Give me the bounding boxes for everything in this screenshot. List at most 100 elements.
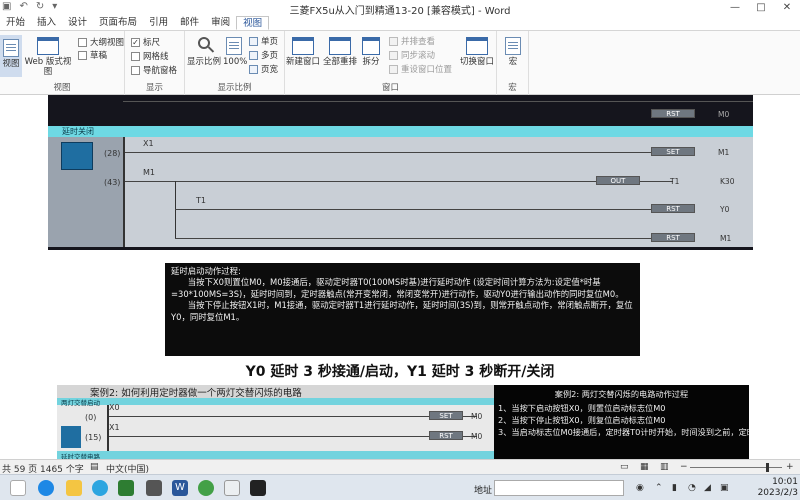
taskbar: W 地址 ◉ ⌃ ▮ ◔ ◢ ▣ 10:01 2023/2/3 <box>0 474 800 500</box>
new-window-button[interactable]: 新建窗口 <box>285 37 321 67</box>
settings-app-icon[interactable] <box>146 480 162 496</box>
close-button[interactable]: ✕ <box>774 0 800 16</box>
ladder-rung <box>125 152 673 153</box>
ladder-selection-box <box>61 142 93 170</box>
proofing-icon[interactable]: ▤ <box>90 462 99 472</box>
side-by-side-button[interactable]: 并排查看 <box>389 35 435 47</box>
read-view-icon[interactable]: ▭ <box>620 462 629 472</box>
ribbon-tabs: 开始 插入 设计 页面布局 引用 邮件 审阅 视图 <box>0 16 800 31</box>
ladder-operand: M0 <box>471 412 483 421</box>
expand-tray-icon[interactable]: ⌃ <box>655 483 663 493</box>
split-icon <box>362 37 380 55</box>
start-icon[interactable] <box>10 480 26 496</box>
window-group: 新建窗口 全部重排 拆分 并排查看 同步滚动 重设窗口位置 切换窗口 窗口 <box>285 31 497 95</box>
terminal-app-icon[interactable] <box>250 480 266 496</box>
nav-pane-checkbox[interactable]: 导航窗格 <box>131 64 177 76</box>
maximize-button[interactable]: □ <box>748 0 774 16</box>
ime-icon[interactable]: ▣ <box>720 483 729 493</box>
unchecked-box <box>131 51 140 61</box>
tab-view[interactable]: 视图 <box>236 16 270 30</box>
tab-review[interactable]: 审阅 <box>205 16 236 30</box>
explanation-paragraph: 当按下X0则置位M0，M0接通后，驱动定时器T0(100MS时基)进行延时动作 … <box>171 277 624 299</box>
tab-design[interactable]: 设计 <box>62 16 93 30</box>
wifi-icon[interactable]: ◔ <box>688 483 696 493</box>
read-mode-button[interactable]: 视图 <box>0 35 22 77</box>
page-width-button[interactable]: 页宽 <box>249 63 278 75</box>
clock[interactable]: 10:01 2023/2/3 <box>758 477 798 499</box>
explanation-heading: 延时启动动作过程: <box>171 266 241 276</box>
draft-view-button[interactable]: 草稿 <box>78 49 107 61</box>
web-layout-icon <box>37 37 59 55</box>
zoom-slider-thumb[interactable] <box>766 463 769 472</box>
ladder-section-bar <box>48 126 753 137</box>
split-button[interactable]: 拆分 <box>359 37 383 67</box>
multi-page-button[interactable]: 多页 <box>249 49 278 61</box>
tab-home[interactable]: 开始 <box>0 16 31 30</box>
contact-label: X1 <box>143 139 154 148</box>
zoom-in-icon[interactable]: + <box>786 462 794 472</box>
document-area[interactable]: RST M0 延时关闭 (28) (43) X1 SET M1 M1 OUT T… <box>0 95 800 459</box>
switch-window-icon <box>466 37 488 55</box>
network-icon[interactable]: ◉ <box>636 483 644 493</box>
title-bar: ▣ ↶ ↻ ▾ 三菱FX5u从入门到精通13-20 [兼容模式] - Word … <box>0 0 800 17</box>
example-side-panel: 案例2: 两灯交替闪烁的电路动作过程 1、当按下启动按钮X0，则置位启动标志位M… <box>494 385 749 459</box>
sync-scroll-button[interactable]: 同步滚动 <box>389 49 435 61</box>
step-number: (43) <box>104 178 121 187</box>
side-panel-line: 1、当按下启动按钮X0，则置位启动标志位M0 <box>498 403 666 413</box>
tab-references[interactable]: 引用 <box>143 16 174 30</box>
arrange-all-button[interactable]: 全部重排 <box>321 37 359 67</box>
side-panel-line: 3、当启动标志位M0接通后，定时器T0计时开始，时间没到之前，定时器 <box>498 427 749 437</box>
example-heading: 案例2: 如何利用定时器做一个两灯交替闪烁的电路 <box>90 388 302 399</box>
tab-mailings[interactable]: 邮件 <box>174 16 205 30</box>
zoom-group: 显示比例 100% 单页 多页 页宽 显示比例 <box>185 31 285 95</box>
ladder-operand: M0 <box>471 432 483 441</box>
gridlines-checkbox[interactable]: 网格线 <box>131 50 169 62</box>
volume-icon[interactable]: ◢ <box>704 483 711 493</box>
wechat-icon[interactable] <box>198 480 214 496</box>
arrange-all-icon <box>329 37 351 55</box>
one-page-button[interactable]: 单页 <box>249 35 278 47</box>
web-layout-icon[interactable]: ▥ <box>660 462 669 472</box>
zoom-button[interactable]: 显示比例 <box>187 37 221 67</box>
explanation-textbox: 延时启动动作过程: 当按下X0则置位M0，M0接通后，驱动定时器T0(100MS… <box>165 263 640 356</box>
outline-view-button[interactable]: 大纲视图 <box>78 36 124 48</box>
new-window-icon <box>292 37 314 55</box>
media-app-icon[interactable] <box>118 480 134 496</box>
draft-icon <box>78 50 87 60</box>
tab-layout[interactable]: 页面布局 <box>93 16 143 30</box>
step-number: (28) <box>104 149 121 158</box>
multi-page-icon <box>249 50 258 60</box>
macros-button[interactable]: 宏 <box>501 37 525 67</box>
file-explorer-icon[interactable] <box>66 480 82 496</box>
battery-icon[interactable]: ▮ <box>672 483 677 493</box>
ladder-operand: M1 <box>718 148 730 157</box>
check-icon: ✓ <box>131 37 140 47</box>
minimize-button[interactable]: — <box>722 0 748 16</box>
notes-app-icon[interactable] <box>224 480 240 496</box>
ladder-rung <box>109 416 477 417</box>
switch-window-button[interactable]: 切换窗口 <box>457 37 497 67</box>
ladder-instruction: OUT <box>596 176 640 185</box>
web-layout-button[interactable]: Web 版式视图 <box>24 37 72 77</box>
zoom-100-button[interactable]: 100% <box>223 37 247 67</box>
address-input[interactable] <box>494 480 624 496</box>
clock-date: 2023/2/3 <box>757 488 798 498</box>
step-number: (0) <box>85 413 97 422</box>
word-app-icon[interactable]: W <box>172 480 188 496</box>
ladder-rung <box>123 101 753 102</box>
print-layout-icon[interactable]: ▦ <box>640 462 649 472</box>
sync-scroll-icon <box>389 50 398 60</box>
chat-app-icon[interactable] <box>92 480 108 496</box>
zoom-magnifier-icon <box>198 37 210 49</box>
ladder-section-label: 延时关闭 <box>62 127 94 136</box>
ladder-section-label: 两灯交替启动 <box>61 399 100 407</box>
zoom-out-icon[interactable]: − <box>680 462 688 472</box>
ruler-checkbox[interactable]: ✓ 标尺 <box>131 36 160 48</box>
edge-browser-icon[interactable] <box>38 480 54 496</box>
ladder-operand: M1 <box>720 234 732 243</box>
reset-position-button[interactable]: 重设窗口位置 <box>389 63 452 75</box>
ladder-rung <box>175 209 673 210</box>
tab-insert[interactable]: 插入 <box>31 16 62 30</box>
side-by-side-icon <box>389 36 398 46</box>
macros-group: 宏 宏 <box>497 31 529 95</box>
